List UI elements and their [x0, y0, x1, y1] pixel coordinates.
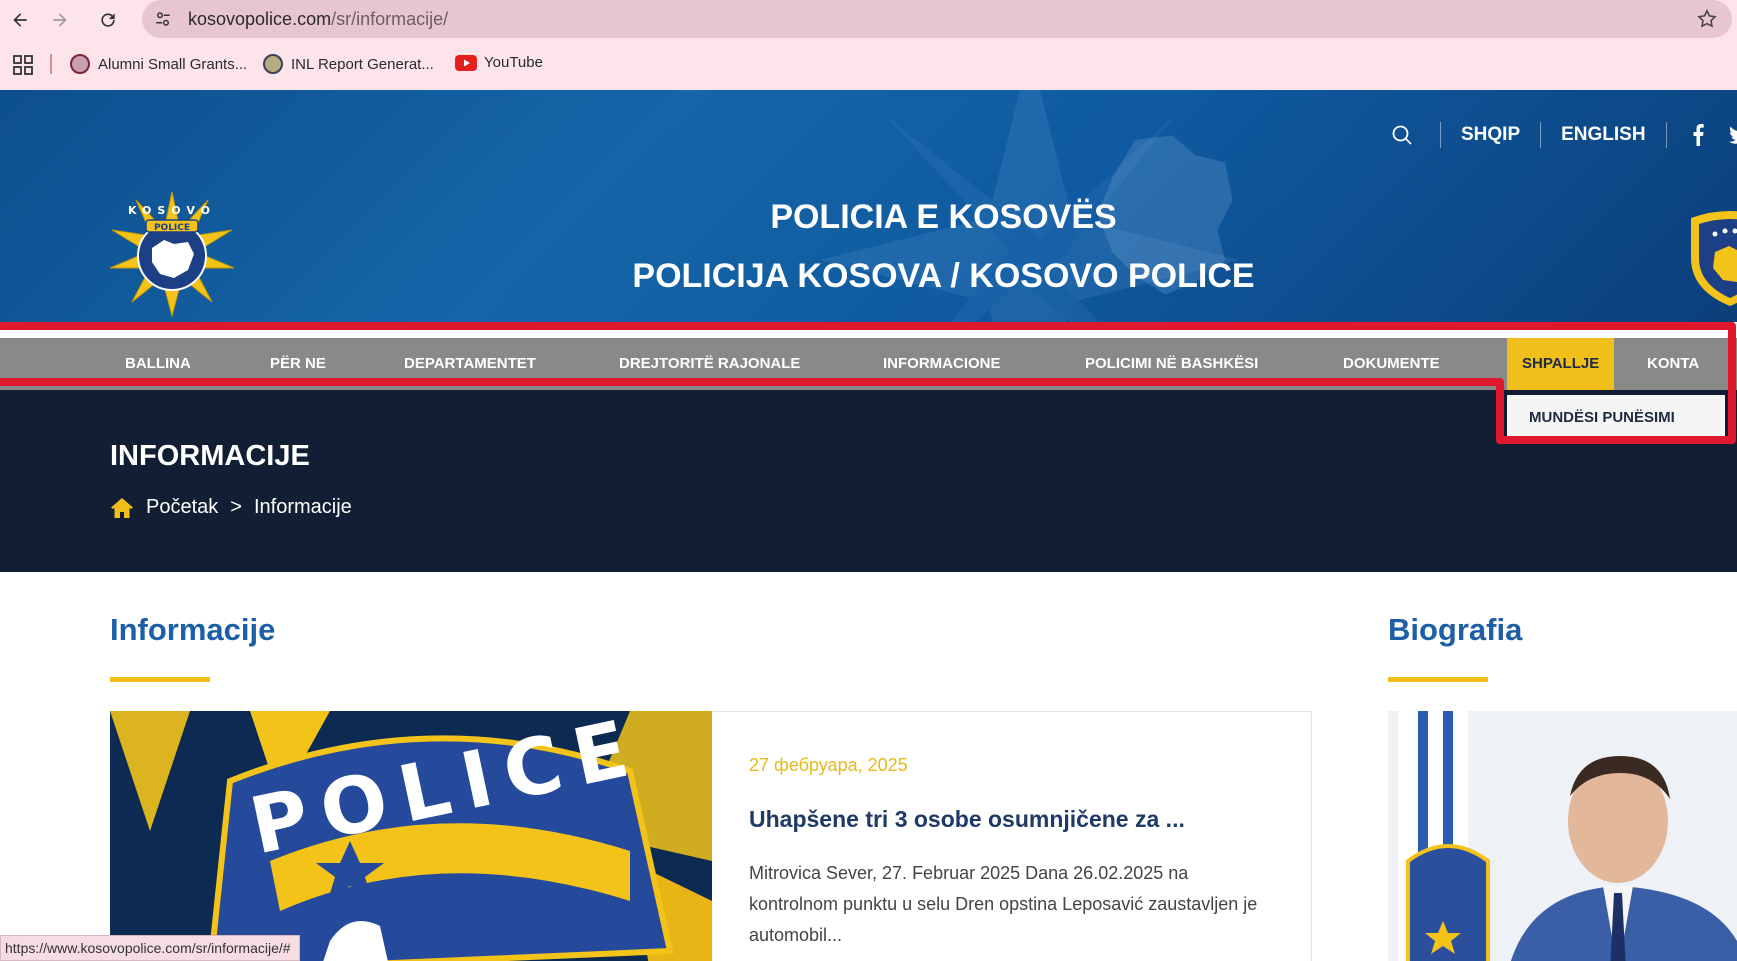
address-bar[interactable]: kosovopolice.com/sr/informacije/: [142, 0, 1732, 38]
apps-grid-icon[interactable]: [13, 55, 33, 75]
bookmark-label: INL Report Generat...: [291, 55, 434, 73]
page-banner: INFORMACIJE Početak > Informacije: [0, 390, 1737, 572]
browser-chrome: kosovopolice.com/sr/informacije/ Alumni …: [0, 0, 1737, 90]
breadcrumb-separator: >: [230, 496, 242, 518]
bookmark-alumni[interactable]: Alumni Small Grants...: [70, 54, 247, 74]
breadcrumb-home-link[interactable]: Početak: [146, 496, 218, 519]
site-title-line1: POLICIA E KOSOVËS: [770, 198, 1117, 236]
forward-button[interactable]: [46, 6, 74, 34]
biography-photo[interactable]: [1388, 711, 1737, 961]
bookmark-label: Alumni Small Grants...: [98, 55, 248, 73]
nav-item-policimi-ne-bashkesi[interactable]: POLICIMI NË BASHKËSI: [1085, 338, 1258, 390]
back-button[interactable]: [6, 6, 34, 34]
sidebar-title-underline: [1388, 677, 1488, 682]
dropdown-item-mundesi-punesimi[interactable]: MUNDËSI PUNËSIMI: [1529, 409, 1675, 426]
bookmark-label: YouTube: [484, 54, 543, 71]
article-date: 27 фебруара, 2025: [749, 755, 908, 775]
browser-status-bar: https://www.kosovopolice.com/sr/informac…: [0, 935, 300, 961]
section-title-biografia: Biografia: [1388, 612, 1523, 647]
shpallje-dropdown: MUNDËSI PUNËSIMI: [1507, 395, 1725, 443]
arrow-right-icon: [53, 13, 67, 27]
facebook-icon[interactable]: [1689, 124, 1707, 146]
nav-item-ballina[interactable]: BALLINA: [125, 338, 191, 390]
site-info-button[interactable]: [152, 8, 174, 30]
article-image[interactable]: POLICE: [110, 711, 712, 961]
reload-icon: [101, 13, 115, 27]
bookmarks-divider: [50, 54, 52, 74]
nav-item-informacione[interactable]: INFORMACIONE: [883, 338, 1001, 390]
search-icon[interactable]: [1390, 123, 1414, 147]
arrow-left-icon: [13, 13, 27, 27]
reload-button[interactable]: [94, 6, 122, 34]
bookmarks-bar: Alumni Small Grants... INL Report Genera…: [0, 48, 1737, 80]
url-host: kosovopolice.com: [188, 9, 332, 29]
lang-english-link[interactable]: ENGLISH: [1541, 124, 1665, 146]
tune-icon: [156, 12, 170, 26]
site-title: POLICIA E KOSOVËS POLICIJA KOSOVA / KOSO…: [0, 198, 1737, 296]
page-title: INFORMACIJE: [110, 440, 310, 472]
article-excerpt: Mitrovica Sever, 27. Februar 2025 Dana 2…: [749, 863, 1258, 945]
nav-item-dokumente[interactable]: DOKUMENTE: [1343, 338, 1440, 390]
bookmark-star-icon[interactable]: [1696, 8, 1718, 30]
divider: [1665, 122, 1667, 148]
section-title-underline: [110, 677, 210, 682]
seal-icon: [70, 54, 90, 74]
section-title-informacije: Informacije: [110, 612, 276, 647]
bookmark-inl-report[interactable]: INL Report Generat...: [263, 54, 434, 74]
header-top-links: SHQIP ENGLISH: [1390, 120, 1737, 150]
nav-item-departamentet[interactable]: DEPARTAMENTET: [404, 338, 536, 390]
police-badge-icon: [1691, 211, 1737, 306]
breadcrumb: Početak > Informacije: [110, 496, 352, 519]
youtube-icon: [455, 54, 477, 71]
home-icon: [111, 497, 133, 518]
nav-item-per-ne[interactable]: PËR NE: [270, 338, 326, 390]
url-text[interactable]: kosovopolice.com/sr/informacije/: [188, 9, 448, 30]
site-title-line2: POLICIJA KOSOVA / KOSOVO POLICE: [632, 257, 1255, 295]
url-path: /sr/informacije/: [331, 9, 449, 29]
breadcrumb-current: Informacije: [253, 496, 352, 518]
nav-item-kontakt[interactable]: KONTA: [1647, 338, 1699, 390]
nav-item-shpallje[interactable]: SHPALLJE: [1507, 338, 1615, 390]
article-title[interactable]: Uhapšene tri 3 osobe osumnjičene za ...: [749, 806, 1185, 833]
twitter-icon[interactable]: [1728, 124, 1737, 146]
bookmark-youtube[interactable]: YouTube: [455, 54, 543, 71]
lang-shqip-link[interactable]: SHQIP: [1441, 124, 1540, 146]
nav-item-drejtorite-rajonale[interactable]: DREJTORITË RAJONALE: [619, 338, 800, 390]
seal-icon: [263, 54, 283, 74]
site-header: SHQIP ENGLISH POLICE KOSOVO POLICIA E KO…: [0, 90, 1737, 322]
police-emblem-image: POLICE: [110, 711, 712, 961]
official-portrait-image: [1388, 711, 1737, 961]
main-nav: BALLINA PËR NE DEPARTAMENTET DREJTORITË …: [0, 338, 1737, 390]
